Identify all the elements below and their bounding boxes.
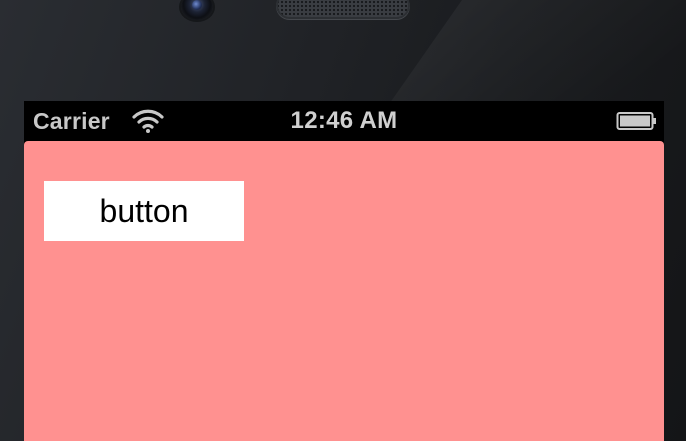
front-camera-icon (181, 0, 213, 20)
app-main-view: button (24, 141, 664, 441)
camera-lens (192, 0, 202, 10)
status-bar: Carrier 12:46 AM (24, 101, 664, 141)
status-time: 12:46 AM (290, 107, 398, 134)
button[interactable]: button (44, 181, 244, 241)
earpiece-speaker-icon (276, 0, 410, 19)
battery-icon (616, 112, 656, 130)
device-screen: Carrier 12:46 AM button (24, 101, 664, 441)
